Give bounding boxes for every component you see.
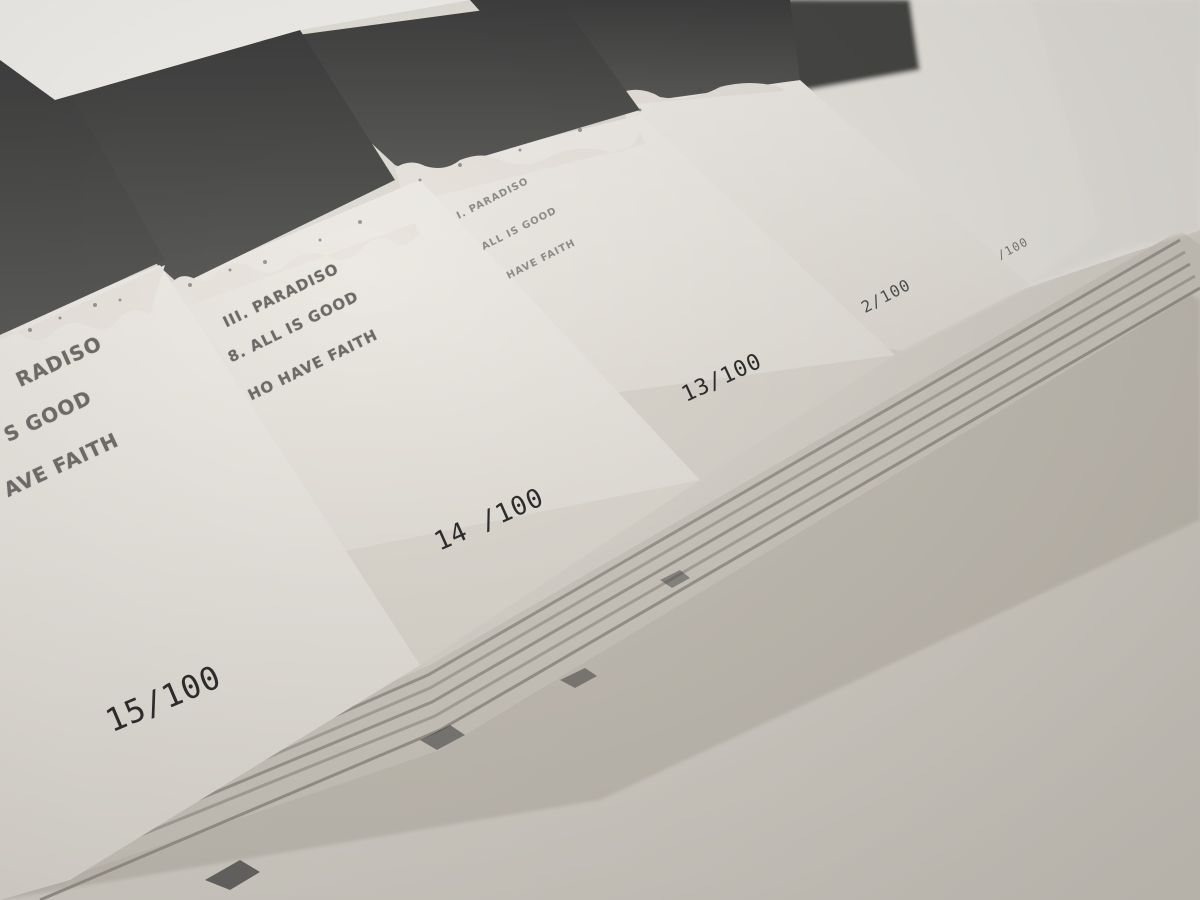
vignette bbox=[0, 0, 1200, 900]
photo-scene: RADISO S GOOD AVE FAITH 15/100 III. PARA… bbox=[0, 0, 1200, 900]
photo-illustration bbox=[0, 0, 1200, 900]
